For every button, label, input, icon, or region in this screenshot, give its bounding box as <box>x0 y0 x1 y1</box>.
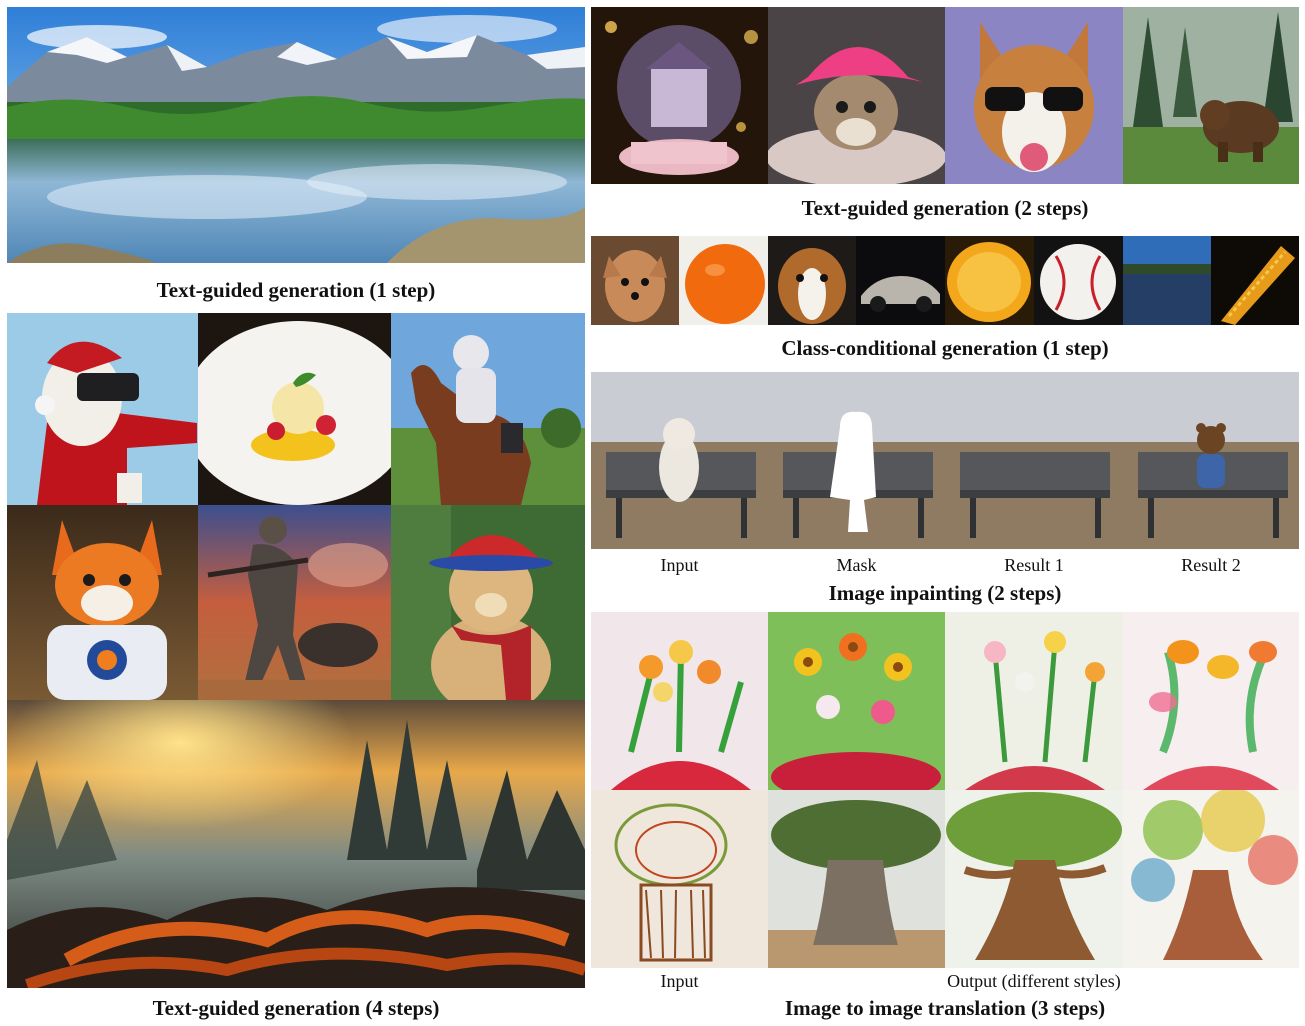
caption-text-1-step: Text-guided generation (1 step) <box>156 278 436 302</box>
caption-text-2-steps: Text-guided generation (2 steps) <box>801 196 1089 220</box>
mountain-lake-image <box>7 7 585 263</box>
flowers-output-illustration-image <box>945 612 1123 790</box>
tree-output-photo-image <box>768 790 945 968</box>
inpaint-mask-image <box>768 372 945 549</box>
tree-output-illustration-image <box>945 790 1123 968</box>
snow-globe-image <box>591 7 768 184</box>
flowers-output-watercolor-image <box>1123 612 1299 790</box>
sports-car-image <box>856 236 945 325</box>
flowers-output-photo-image <box>768 612 945 790</box>
fantasy-landscape-image <box>7 700 585 988</box>
teddy-bear-hat-image <box>391 505 585 700</box>
yorkie-dog-image <box>591 236 679 325</box>
flowers-input-collage-image <box>591 612 768 790</box>
astronaut-horse-image <box>391 313 585 505</box>
caption-class-conditional: Class-conditional generation (1 step) <box>781 336 1109 360</box>
inpaint-label-mask: Mask <box>836 555 877 575</box>
lake-shore-image <box>1123 236 1211 325</box>
corn-cob-image <box>1211 236 1299 325</box>
santa-vr-image <box>7 313 198 505</box>
yellow-sponge-food-image <box>945 236 1034 325</box>
translation-label-output: Output (different styles) <box>947 971 1121 991</box>
collie-dog-image <box>768 236 856 325</box>
tree-input-drawing-image <box>591 790 768 968</box>
caption-image-translation: Image to image translation (3 steps) <box>784 996 1106 1020</box>
orange-fruit-image <box>679 236 768 325</box>
inpaint-result-1-image <box>945 372 1123 549</box>
inpaint-label-result-1: Result 1 <box>1004 555 1064 575</box>
corgi-sunglasses-image <box>945 7 1123 184</box>
caption-text-4-steps: Text-guided generation (4 steps) <box>152 996 440 1020</box>
dessert-plate-image <box>198 313 391 505</box>
fox-astronaut-image <box>7 505 198 700</box>
inpaint-label-input: Input <box>660 555 699 575</box>
bear-forest-image <box>1123 7 1299 184</box>
tree-output-watercolor-image <box>1123 790 1299 968</box>
inpaint-label-result-2: Result 2 <box>1181 555 1241 575</box>
inpaint-input-image <box>591 372 768 549</box>
baseball-image <box>1034 236 1123 325</box>
caption-inpainting: Image inpainting (2 steps) <box>828 581 1062 605</box>
kitten-pink-hat-image <box>768 7 945 184</box>
inpaint-result-2-image <box>1123 372 1299 549</box>
translation-label-input: Input <box>660 971 699 991</box>
warrior-beast-image <box>198 505 391 700</box>
